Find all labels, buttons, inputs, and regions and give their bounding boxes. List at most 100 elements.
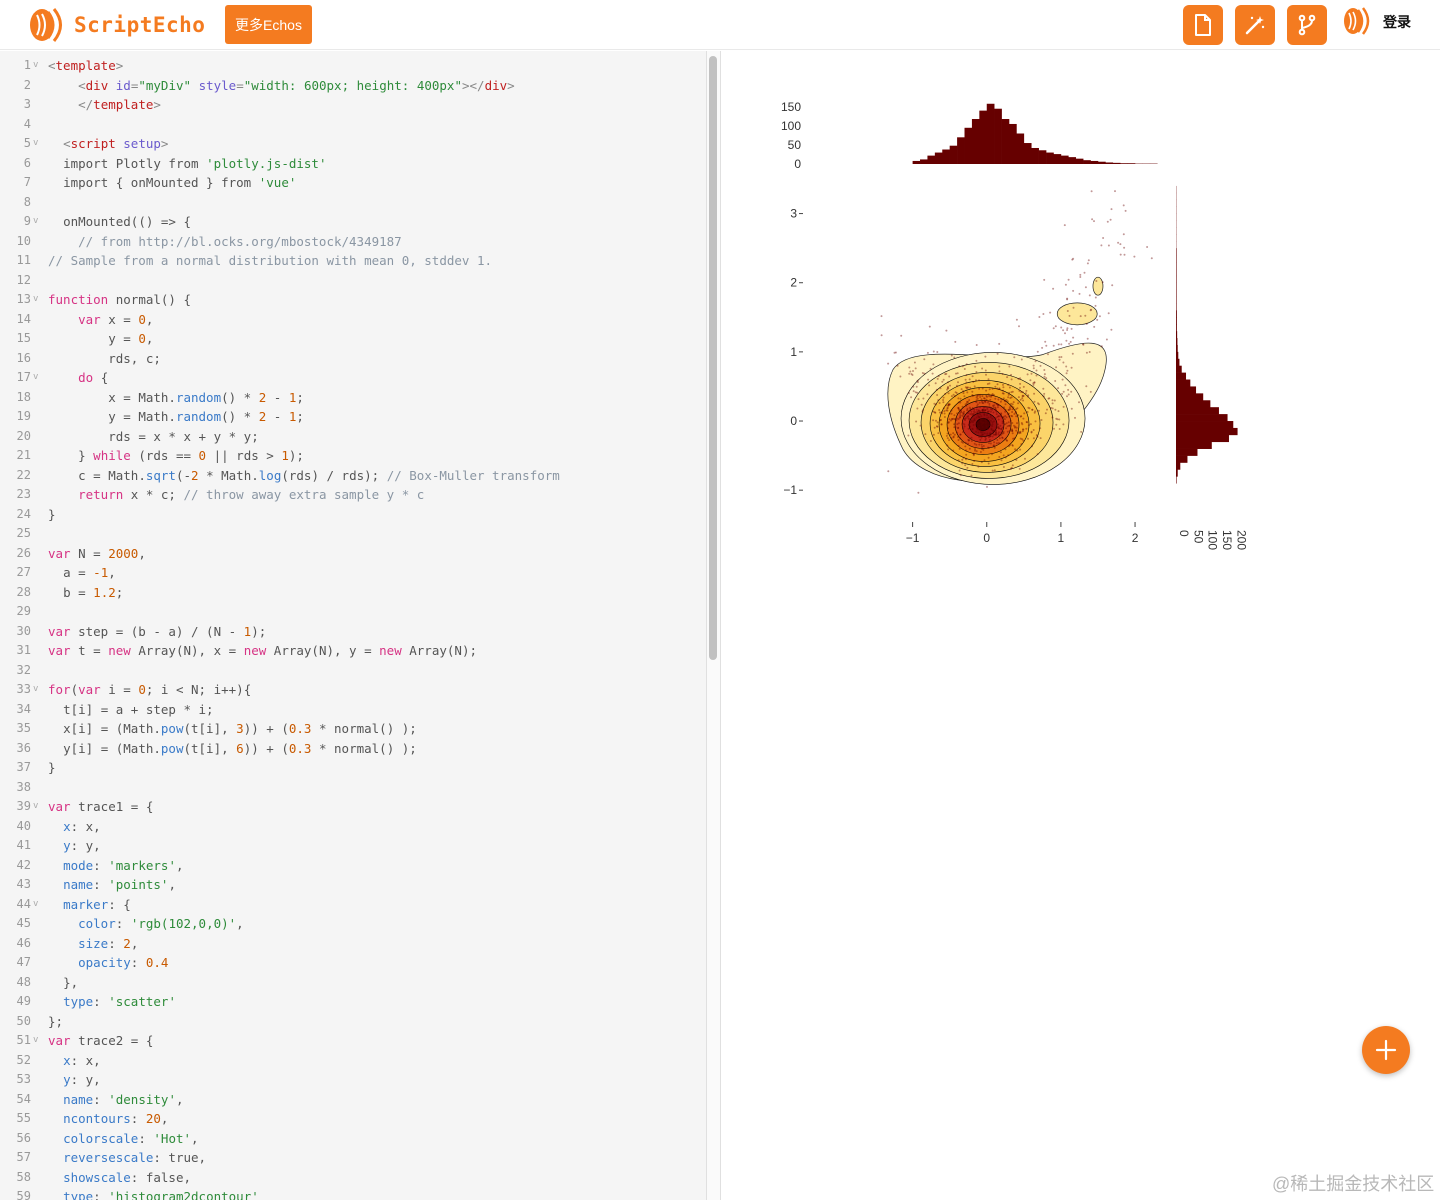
user-avatar-icon[interactable]: [1342, 6, 1374, 36]
fold-arrow-icon[interactable]: v: [33, 212, 38, 232]
code-line[interactable]: 49 type: 'scatter': [0, 992, 706, 1012]
line-number: 20: [16, 428, 31, 443]
code-line[interactable]: 33 v for(var i = 0; i < N; i++){: [0, 680, 706, 700]
scatter-point: [988, 382, 991, 385]
code-line[interactable]: 2 <div id="myDiv" style="width: 600px; h…: [0, 76, 706, 96]
top-histogram-bar: [1112, 162, 1121, 164]
logo[interactable]: ScriptEcho: [28, 6, 205, 44]
code-line[interactable]: 59 type: 'histogram2dcontour': [0, 1187, 706, 1200]
code-line[interactable]: 3 </template>: [0, 95, 706, 115]
code-line[interactable]: 41 y: y,: [0, 836, 706, 856]
code-line[interactable]: 14 var x = 0,: [0, 310, 706, 330]
fold-arrow-icon[interactable]: v: [33, 290, 38, 310]
code-line[interactable]: 43 name: 'points',: [0, 875, 706, 895]
scatter-point: [1071, 258, 1074, 261]
code-line[interactable]: 32: [0, 661, 706, 681]
add-button[interactable]: [1362, 1026, 1410, 1074]
density-contour-island: [1092, 276, 1104, 296]
fold-arrow-icon[interactable]: v: [33, 895, 38, 915]
code-line[interactable]: 8: [0, 193, 706, 213]
fork-button[interactable]: [1287, 5, 1327, 45]
code-line[interactable]: 25: [0, 524, 706, 544]
code-line[interactable]: 26 var N = 2000,: [0, 544, 706, 564]
scatter-point: [972, 424, 975, 426]
code-line[interactable]: 53 y: y,: [0, 1070, 706, 1090]
code-line[interactable]: 57 reversescale: true,: [0, 1148, 706, 1168]
more-echos-button[interactable]: 更多Echos: [225, 5, 312, 44]
code-line[interactable]: 50};: [0, 1012, 706, 1032]
scatter-point: [936, 351, 939, 353]
scatter-point: [965, 363, 968, 366]
code-line[interactable]: 22 c = Math.sqrt(-2 * Math.log(rds) / rd…: [0, 466, 706, 486]
code-line[interactable]: 9v onMounted(() => {: [0, 212, 706, 232]
code-line[interactable]: 20 rds = x * x + y * y;: [0, 427, 706, 447]
scatter-point: [979, 406, 982, 409]
editor-scrollbar[interactable]: [706, 51, 720, 1200]
code-line[interactable]: 27 a = -1,: [0, 563, 706, 583]
code-line[interactable]: 1 v <template>: [0, 56, 706, 76]
editor-scrollbar-thumb[interactable]: [709, 56, 717, 660]
code-line[interactable]: 35 x[i] = (Math.pow(t[i], 3)) + (0.3 * n…: [0, 719, 706, 739]
scatter-point: [907, 434, 910, 437]
code-line[interactable]: 7 import { onMounted } from 'vue': [0, 173, 706, 193]
scatter-point: [1019, 430, 1022, 433]
scatter-point: [915, 385, 918, 388]
code-line[interactable]: 46 size: 2,: [0, 934, 706, 954]
code-line[interactable]: 24}: [0, 505, 706, 525]
code-line[interactable]: 30 var step = (b - a) / (N - 1);: [0, 622, 706, 642]
code-line[interactable]: 28 b = 1.2;: [0, 583, 706, 603]
code-line[interactable]: 54 name: 'density',: [0, 1090, 706, 1110]
code-line[interactable]: 58 showscale: false,: [0, 1168, 706, 1188]
scatter-point: [942, 401, 945, 404]
code-line[interactable]: 51 v var trace2 = {: [0, 1031, 706, 1051]
code-line[interactable]: 45 color: 'rgb(102,0,0)',: [0, 914, 706, 934]
scatter-point: [988, 388, 991, 391]
code-line[interactable]: 16 rds, c;: [0, 349, 706, 369]
code-line[interactable]: 29: [0, 602, 706, 622]
top-histogram-bar: [927, 155, 936, 164]
fold-arrow-icon[interactable]: v: [33, 368, 38, 388]
code-line[interactable]: 10 // from http://bl.ocks.org/mbostock/4…: [0, 232, 706, 252]
code-line[interactable]: 52 x: x,: [0, 1051, 706, 1071]
magic-button[interactable]: [1235, 5, 1275, 45]
code-line[interactable]: 38: [0, 778, 706, 798]
code-line[interactable]: 15 y = 0,: [0, 329, 706, 349]
fold-arrow-icon[interactable]: v: [33, 680, 38, 700]
code-line[interactable]: 18 x = Math.random() * 2 - 1;: [0, 388, 706, 408]
code-editor[interactable]: 1 v <template> 2 <div id="myDiv" style="wid…: [0, 51, 706, 1200]
code-line[interactable]: 48 },: [0, 973, 706, 993]
code-line[interactable]: 44 v marker: {: [0, 895, 706, 915]
code-line[interactable]: 11 // Sample from a normal distribution w…: [0, 251, 706, 271]
x-tick-label: −1: [906, 531, 920, 545]
fold-arrow-icon[interactable]: v: [33, 134, 38, 154]
code-line[interactable]: 36 y[i] = (Math.pow(t[i], 6)) + (0.3 * n…: [0, 739, 706, 759]
code-line[interactable]: 12: [0, 271, 706, 291]
code-line[interactable]: 34 t[i] = a + step * i;: [0, 700, 706, 720]
code-line[interactable]: 5v <script setup>: [0, 134, 706, 154]
code-line[interactable]: 23 return x * c; // throw away extra sam…: [0, 485, 706, 505]
scatter-point: [880, 334, 883, 337]
fold-arrow-icon[interactable]: v: [33, 797, 38, 817]
plotly-chart[interactable]: −1 0 1 23210−11501005000 50 100 150 200: [721, 51, 1421, 611]
code-line[interactable]: 31 var t = new Array(N), x = new Array(N)…: [0, 641, 706, 661]
fold-arrow-icon[interactable]: v: [33, 56, 38, 76]
code-line[interactable]: 6 import Plotly from 'plotly.js-dist': [0, 154, 706, 174]
login-link[interactable]: 登录: [1383, 12, 1411, 32]
code-line[interactable]: 17 v do {: [0, 368, 706, 388]
code-line[interactable]: 47 opacity: 0.4: [0, 953, 706, 973]
code-line[interactable]: 13 v function normal() {: [0, 290, 706, 310]
code-line[interactable]: 42 mode: 'markers',: [0, 856, 706, 876]
code-line[interactable]: 39 v var trace1 = {: [0, 797, 706, 817]
code-line[interactable]: 40 x: x,: [0, 817, 706, 837]
code-line[interactable]: 19 y = Math.random() * 2 - 1;: [0, 407, 706, 427]
code-line[interactable]: 21 } while (rds == 0 || rds > 1);: [0, 446, 706, 466]
code-line[interactable]: 4: [0, 115, 706, 135]
code-line[interactable]: 55 ncontours: 20,: [0, 1109, 706, 1129]
scatter-point: [935, 403, 938, 406]
fold-arrow-icon[interactable]: v: [33, 1031, 38, 1051]
code-line[interactable]: 56 colorscale: 'Hot',: [0, 1129, 706, 1149]
new-file-button[interactable]: [1183, 5, 1223, 45]
scatter-point: [1072, 306, 1075, 309]
code-line[interactable]: 37}: [0, 758, 706, 778]
scatter-point: [984, 400, 987, 403]
